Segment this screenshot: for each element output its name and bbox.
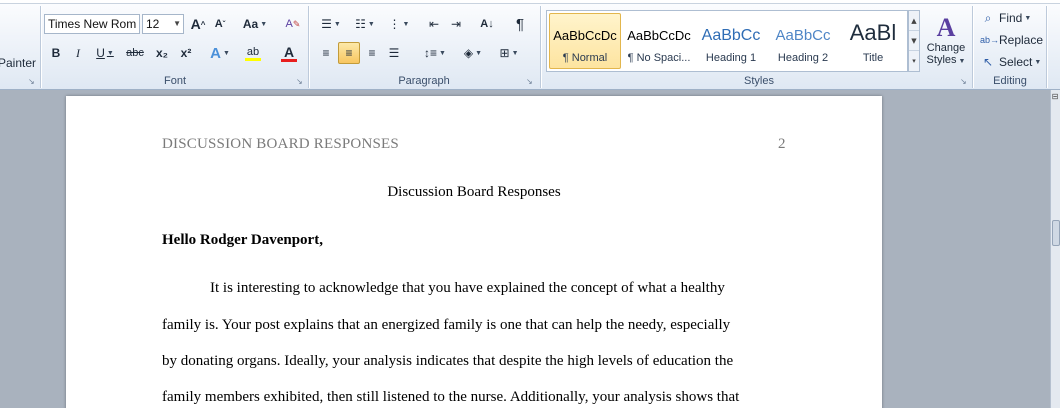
- sort-icon: A↓: [480, 18, 494, 30]
- subscript-icon: x₂: [155, 46, 168, 60]
- highlighter-icon: ab: [246, 45, 260, 58]
- borders-button[interactable]: ⊞ ▼: [494, 42, 524, 64]
- superscript-icon: x²: [180, 46, 192, 60]
- align-center-button[interactable]: ≡: [338, 42, 360, 64]
- show-formatting-button[interactable]: ¶: [510, 13, 530, 35]
- underline-icon: U: [96, 46, 105, 60]
- clear-formatting-button[interactable]: A ✎: [282, 13, 304, 35]
- bullets-button[interactable]: ☰ ▼: [316, 13, 346, 35]
- ribbon: Painter ↘ Times New Rom 12 ▼ A ^ Aˇ Aa ▼ A…: [0, 4, 1060, 90]
- scrollbar-thumb[interactable]: [1052, 220, 1060, 246]
- font-name-combo[interactable]: Times New Rom: [44, 14, 140, 34]
- paragraph-group: ☰ ▼ ☷ ▼ ⋮ ▼ ⇤ ⇥ A↓ ¶ ≡ ≡ ≡ ☰ ↕≡ ▼ ◈ ▼ ⊞ …: [310, 4, 538, 89]
- highlight-button[interactable]: ab: [238, 42, 268, 64]
- format-painter-label: Painter: [0, 56, 37, 70]
- align-left-button[interactable]: ≡: [316, 42, 336, 64]
- page-number: 2: [778, 136, 786, 152]
- separator: [1046, 6, 1047, 88]
- sort-button[interactable]: A↓: [476, 13, 498, 35]
- document-page[interactable]: DISCUSSION BOARD RESPONSES 2 Discussion …: [66, 96, 882, 408]
- superscript-button[interactable]: x²: [176, 42, 196, 64]
- justify-icon: ☰: [388, 46, 400, 60]
- pilcrow-icon: ¶: [515, 15, 525, 33]
- styles-group-label: Styles: [744, 75, 774, 87]
- separator: [40, 6, 41, 88]
- running-header: DISCUSSION BOARD RESPONSES: [162, 136, 399, 152]
- italic-icon: I: [76, 45, 80, 60]
- align-right-icon: ≡: [368, 46, 376, 60]
- font-group: Times New Rom 12 ▼ A ^ Aˇ Aa ▼ A ✎ B I U ▼ a…: [42, 4, 308, 89]
- numbering-button[interactable]: ☷ ▼: [350, 13, 380, 35]
- strikethrough-button[interactable]: abc: [122, 42, 148, 64]
- align-left-icon: ≡: [322, 46, 330, 60]
- font-color-bar: [281, 58, 297, 62]
- separator: [308, 6, 309, 88]
- line-spacing-button[interactable]: ↕≡ ▼: [420, 42, 450, 64]
- font-size-combo[interactable]: 12 ▼: [142, 14, 184, 34]
- font-launcher-icon[interactable]: ↘: [296, 78, 304, 86]
- grow-font-button[interactable]: A ^: [188, 13, 208, 35]
- align-right-button[interactable]: ≡: [362, 42, 382, 64]
- line-spacing-icon: ↕≡: [424, 46, 438, 60]
- styles-group: Styles ↘: [546, 4, 972, 89]
- bold-icon: B: [51, 46, 61, 60]
- text-effects-button[interactable]: A ▼: [206, 42, 234, 64]
- underline-button[interactable]: U ▼: [92, 42, 118, 64]
- shrink-font-button[interactable]: Aˇ: [210, 13, 230, 35]
- decrease-indent-icon: ⇤: [428, 17, 440, 31]
- paragraph-line: family is. Your post explains that an en…: [162, 317, 731, 333]
- strikethrough-icon: abc: [126, 47, 144, 59]
- font-name-value: Times New Rom: [48, 17, 137, 31]
- increase-indent-button[interactable]: ⇥: [446, 13, 466, 35]
- bold-button[interactable]: B: [46, 42, 66, 64]
- clipboard-group: Painter ↘: [0, 4, 40, 89]
- chevron-down-icon: ▼: [173, 19, 181, 28]
- separator: [540, 6, 541, 88]
- multilevel-list-icon: ⋮: [388, 17, 401, 31]
- text-effects-icon: A: [210, 44, 221, 62]
- clear-formatting-icon: A: [285, 18, 293, 30]
- paragraph-group-label: Paragraph: [398, 75, 450, 87]
- format-painter-button[interactable]: Painter: [0, 52, 38, 74]
- document-title: Discussion Board Responses: [387, 184, 561, 200]
- paragraph-launcher-icon[interactable]: ↘: [526, 78, 534, 86]
- font-group-label: Font: [163, 75, 186, 87]
- bullet-list-icon: ☰: [321, 17, 332, 31]
- font-color-button[interactable]: A: [274, 42, 304, 64]
- border-icon: ⊞: [499, 46, 510, 60]
- font-size-value: 12: [146, 17, 160, 31]
- vertical-scrollbar[interactable]: [1050, 90, 1060, 408]
- paragraph-line: by donating organs. Ideally, your analys…: [162, 353, 734, 369]
- grow-font-icon: A: [190, 16, 201, 32]
- paragraph-line: It is interesting to acknowledge that yo…: [210, 280, 725, 296]
- align-center-icon: ≡: [345, 46, 353, 60]
- editing-group-label: Editing: [993, 75, 1027, 87]
- paint-bucket-icon: ◈: [463, 46, 474, 60]
- font-color-icon: A: [283, 43, 295, 60]
- shrink-font-icon: A: [214, 18, 223, 30]
- greeting-line: Hello Rodger Davenport,: [162, 232, 323, 248]
- ruler-toggle-icon[interactable]: ⊟: [1050, 92, 1060, 102]
- document-canvas: DISCUSSION BOARD RESPONSES 2 Discussion …: [0, 90, 1060, 408]
- increase-indent-icon: ⇥: [450, 17, 462, 31]
- styles-launcher-icon[interactable]: ↘: [960, 78, 968, 86]
- multilevel-list-button[interactable]: ⋮ ▼: [384, 13, 414, 35]
- subscript-button[interactable]: x₂: [152, 42, 172, 64]
- italic-button[interactable]: I: [68, 42, 88, 64]
- change-case-button[interactable]: Aa ▼: [240, 13, 270, 35]
- clipboard-launcher-icon[interactable]: ↘: [28, 78, 36, 86]
- highlight-color-bar: [245, 57, 261, 61]
- numbered-list-icon: ☷: [355, 17, 366, 31]
- change-case-icon: Aa: [242, 17, 259, 31]
- paragraph-line: family members exhibited, then still lis…: [162, 389, 740, 405]
- shading-button[interactable]: ◈ ▼: [458, 42, 488, 64]
- separator: [972, 6, 973, 88]
- justify-button[interactable]: ☰: [384, 42, 404, 64]
- editing-group: Editing: [974, 4, 1046, 89]
- decrease-indent-button[interactable]: ⇤: [424, 13, 444, 35]
